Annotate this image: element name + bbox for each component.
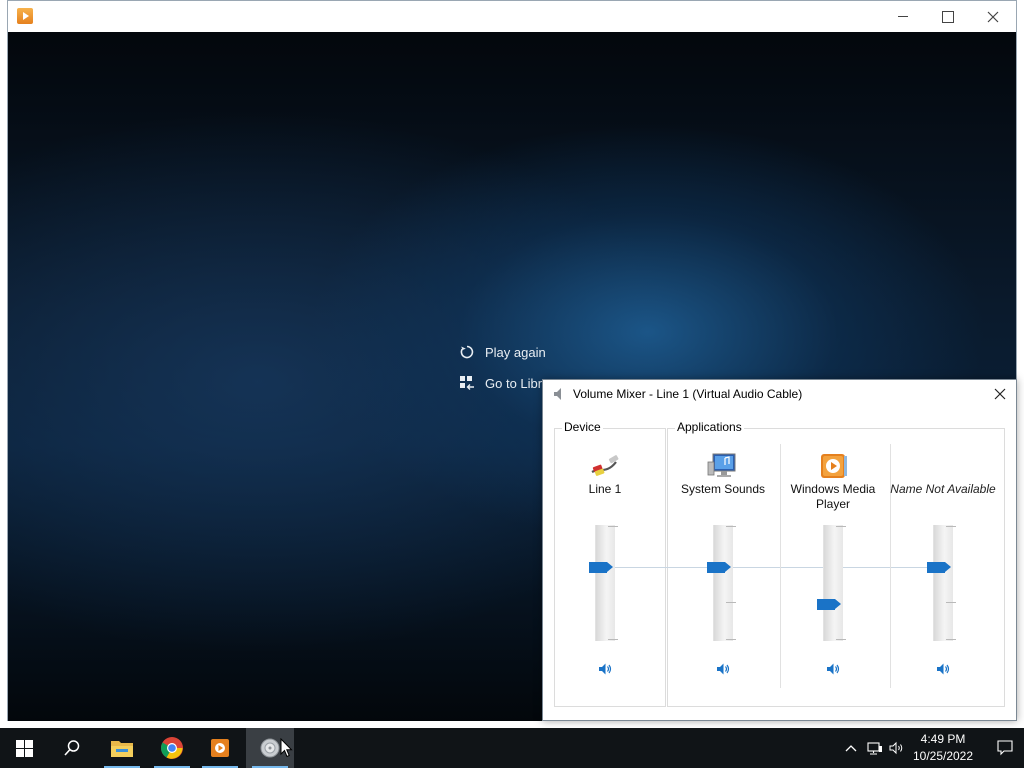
channel-windows-media-player: Windows Media Player	[779, 444, 887, 706]
search-icon	[64, 740, 80, 756]
action-center-icon	[997, 740, 1013, 756]
media-player-titlebar[interactable]	[8, 1, 1016, 32]
clock-time[interactable]: 4:49 PM	[908, 732, 978, 746]
close-button[interactable]	[970, 1, 1016, 32]
volume-mixer-title: Volume Mixer - Line 1 (Virtual Audio Cab…	[573, 387, 803, 401]
start-icon	[15, 739, 33, 757]
minimize-button[interactable]	[880, 1, 926, 32]
slider-tick	[836, 526, 846, 527]
slider-tick	[946, 602, 956, 603]
volume-mixer-window: Volume Mixer - Line 1 (Virtual Audio Cab…	[542, 379, 1017, 721]
mixer-close-button[interactable]	[988, 382, 1012, 406]
file-explorer-icon	[111, 741, 133, 757]
media-player-taskbar-button[interactable]	[196, 728, 244, 768]
network-button[interactable]	[866, 739, 884, 757]
slider-tick	[608, 526, 618, 527]
slider-tick	[946, 526, 956, 527]
clock-date[interactable]: 10/25/2022	[908, 749, 978, 763]
volume-icon	[889, 741, 903, 755]
close-icon	[994, 388, 1006, 400]
slider-tick	[726, 639, 736, 640]
channel-system-sounds: System Sounds	[669, 444, 777, 706]
notifications-button[interactable]	[996, 739, 1014, 757]
mute-button[interactable]	[934, 660, 952, 678]
device-group-label: Device	[562, 420, 603, 434]
slider-tick	[726, 602, 736, 603]
library-icon	[460, 376, 474, 390]
system-tray: 4:49 PM 10/25/2022	[824, 728, 1024, 768]
volume-slider-thumb[interactable]	[927, 562, 951, 573]
channel-name: System Sounds	[680, 482, 766, 496]
mute-button[interactable]	[596, 660, 614, 678]
channel-name-not-available: Name Not Available	[889, 444, 997, 706]
channel-line-1: Line 1	[551, 444, 659, 706]
speaker-icon	[554, 388, 561, 400]
play-again-link[interactable]: Play again	[459, 344, 546, 360]
chevron-up-icon	[845, 745, 857, 752]
slider-tick	[836, 639, 846, 640]
media-player-icon	[821, 454, 847, 478]
volume-slider-thumb[interactable]	[707, 562, 731, 573]
applications-group-label: Applications	[675, 420, 744, 434]
file-explorer-button[interactable]	[98, 728, 146, 768]
chrome-button[interactable]	[148, 728, 196, 768]
taskbar: 4:49 PM 10/25/2022	[0, 728, 1024, 768]
close-icon	[987, 11, 999, 22]
volume-slider[interactable]	[927, 525, 956, 641]
slider-tick	[946, 639, 956, 640]
audio-cable-icon	[591, 455, 619, 476]
chrome-icon	[161, 737, 183, 759]
volume-slider-thumb[interactable]	[817, 599, 841, 610]
media-player-app-icon	[17, 8, 33, 24]
play-again-label: Play again	[485, 344, 546, 360]
search-button[interactable]	[48, 728, 96, 768]
start-button[interactable]	[0, 728, 48, 768]
network-icon	[867, 742, 882, 755]
volume-slider[interactable]	[817, 525, 846, 641]
volume-slider[interactable]	[589, 525, 618, 641]
channel-name: Name Not Available	[890, 482, 996, 496]
slider-tick	[726, 526, 736, 527]
system-sounds-icon	[707, 453, 736, 477]
show-hidden-icons-button[interactable]	[842, 739, 860, 757]
go-to-library-link[interactable]: Go to Libr	[459, 375, 542, 391]
slider-tick	[608, 639, 618, 640]
replay-icon	[460, 345, 474, 359]
maximize-button[interactable]	[925, 1, 971, 32]
volume-slider-thumb[interactable]	[589, 562, 613, 573]
channel-name: Windows Media Player	[790, 482, 876, 511]
volume-button[interactable]	[888, 739, 906, 757]
media-player-icon	[211, 739, 229, 757]
go-to-library-label: Go to Libr	[485, 375, 543, 391]
mute-button[interactable]	[714, 660, 732, 678]
volume-mixer-icon	[260, 738, 280, 758]
volume-mixer-titlebar[interactable]: Volume Mixer - Line 1 (Virtual Audio Cab…	[543, 380, 1016, 408]
mouse-cursor-icon	[280, 738, 293, 758]
volume-slider[interactable]	[707, 525, 736, 641]
mute-button[interactable]	[824, 660, 842, 678]
channel-name: Line 1	[588, 482, 622, 496]
